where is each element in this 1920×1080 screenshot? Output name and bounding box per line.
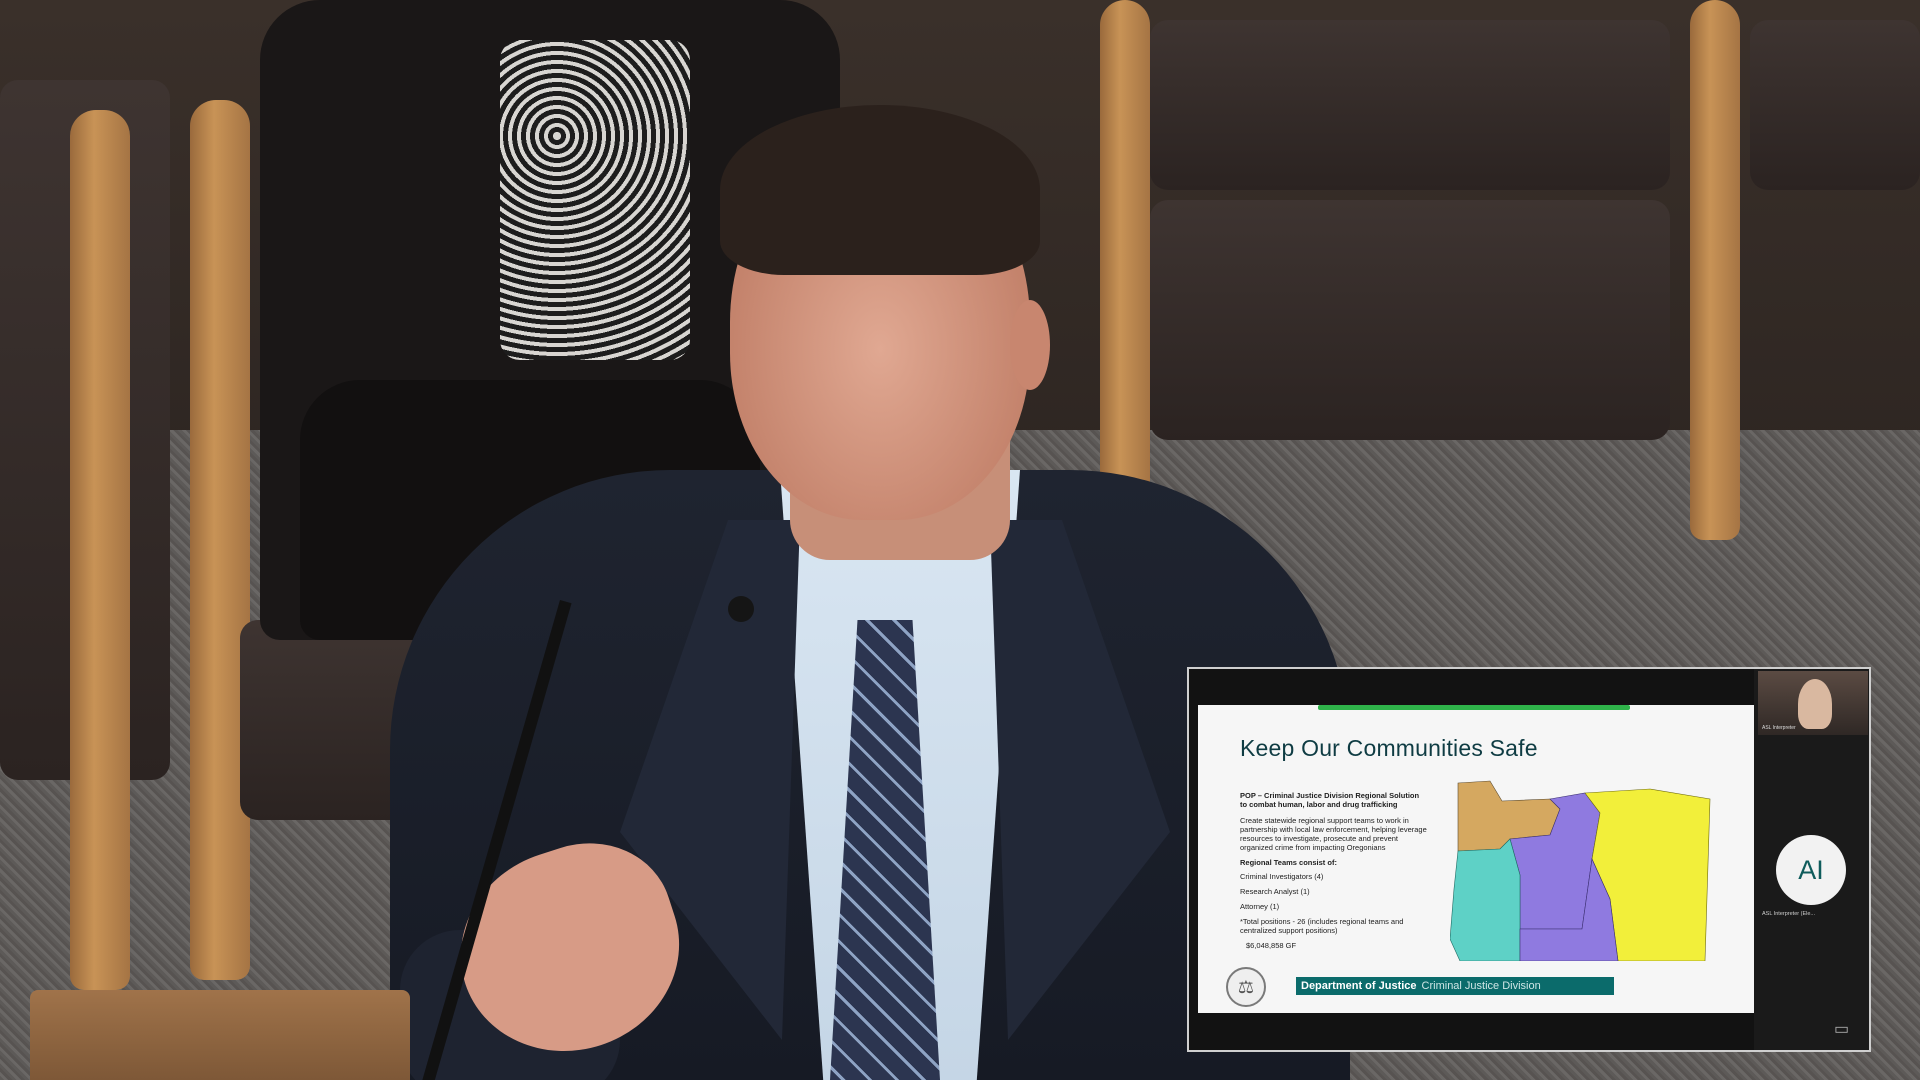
participant-avatar[interactable]: AI — [1776, 835, 1846, 905]
oregon-regions-map — [1450, 780, 1711, 961]
interpreter-figure — [1798, 679, 1832, 729]
doj-footer-bar: Department of Justice Criminal Justice D… — [1296, 977, 1614, 995]
speaker-hair — [720, 105, 1040, 275]
wooden-desk — [30, 990, 410, 1080]
presentation-overlay: Keep Our Communities Safe POP – Criminal… — [1187, 667, 1871, 1052]
empty-chair-seat — [1150, 20, 1670, 190]
empty-chair-seat — [1150, 200, 1670, 440]
microphone-head — [728, 596, 754, 622]
doj-division-name: Criminal Justice Division — [1421, 980, 1541, 992]
screen-share-icon[interactable]: ▭ — [1834, 1019, 1864, 1041]
budget-amount: $6,048,858 GF — [1246, 941, 1297, 950]
slide-paragraph: Create statewide regional support teams … — [1240, 816, 1427, 852]
patterned-blouse — [500, 40, 690, 360]
slide-title: Keep Our Communities Safe — [1240, 735, 1538, 761]
doj-seal-icon: ⚖ — [1226, 967, 1266, 1007]
interpreter-video-tile[interactable]: ASL Interpreter — [1758, 671, 1868, 735]
slide-top-bar — [1318, 705, 1630, 710]
interpreter-caption: ASL Interpreter — [1762, 725, 1796, 731]
speaker-ear — [1010, 300, 1050, 390]
team-item: Criminal Investigators (4) — [1240, 872, 1324, 881]
team-item: Attorney (1) — [1240, 902, 1280, 911]
teams-heading: Regional Teams consist of: — [1240, 858, 1337, 867]
participant-side-panel: ASL Interpreter AI ASL Interpreter (Ele.… — [1754, 669, 1869, 1050]
participant-caption: ASL Interpreter (Ele... — [1762, 911, 1815, 917]
doj-org-name: Department of Justice — [1301, 980, 1417, 992]
chair-frame — [1690, 0, 1740, 540]
slide-body: POP – Criminal Justice Division Regional… — [1240, 791, 1428, 956]
slide-heading: POP – Criminal Justice Division Regional… — [1240, 791, 1420, 809]
chair-frame — [70, 110, 130, 990]
team-item: Research Analyst (1) — [1240, 887, 1310, 896]
chair-frame — [190, 100, 250, 980]
map-region-southwest — [1450, 838, 1521, 961]
empty-chair-seat — [1750, 20, 1920, 190]
presentation-slide: Keep Our Communities Safe POP – Criminal… — [1198, 705, 1754, 1013]
chair-frame — [1100, 0, 1150, 520]
total-positions: *Total positions - 26 (includes regional… — [1240, 917, 1404, 935]
